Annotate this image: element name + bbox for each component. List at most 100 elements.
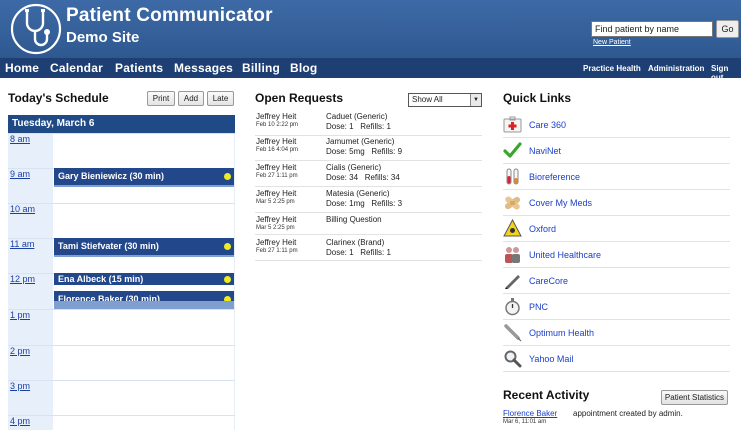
hour-line [8,415,235,416]
appointment-label: Ena Albeck (15 min) [58,274,144,284]
hour-label-11am[interactable]: 11 am [10,239,34,249]
nav-patients[interactable]: Patients [115,61,163,75]
quick-link-label: Care 360 [529,120,567,130]
request-detail: Dose: 1 Refills: 1 [326,122,391,131]
quick-link-label: CareCore [529,276,569,286]
request-item: Caduet (Generic) [326,112,388,121]
request-patient: Jeffrey Heit [256,238,297,247]
request-detail: Dose: 34 Refills: 34 [326,173,400,182]
quick-link-yahoo-mail[interactable]: Yahoo Mail [503,346,730,372]
appointment-tail [54,185,234,187]
hour-label-8am[interactable]: 8 am [10,134,30,144]
new-patient-link[interactable]: New Patient [593,39,631,46]
patient-statistics-button[interactable]: Patient Statistics [661,390,728,405]
appointment-tail [54,301,234,309]
nav-practice-health[interactable]: Practice Health [583,64,641,73]
request-row[interactable]: Jeffrey Heit Mar 5 2:25 pm Billing Quest… [255,215,482,235]
quick-link-label: PNC [529,302,549,312]
nav-messages[interactable]: Messages [174,61,233,75]
first-aid-kit-icon [503,116,522,133]
request-patient: Jeffrey Heit [256,112,297,121]
hour-label-10am[interactable]: 10 am [10,204,35,214]
main-nav: Home Calendar Patients Messages Billing … [0,58,741,82]
request-patient: Jeffrey Heit [256,189,297,198]
pen-icon [505,275,520,289]
people-icon [505,247,520,263]
syringe-icon [504,324,522,342]
request-item: Clarinex (Brand) [326,238,385,247]
request-date: Mar 5 2:25 pm [256,225,295,231]
request-patient: Jeffrey Heit [256,163,297,172]
day-header: Tuesday, March 6 [8,115,235,133]
nav-billing[interactable]: Billing [242,61,280,75]
quick-link-oxford[interactable]: Oxford [503,216,730,242]
late-button[interactable]: Late [207,91,234,106]
test-tubes-icon [506,168,519,185]
quick-links-title: Quick Links [503,91,572,105]
appointment-block[interactable]: Ena Albeck (15 min) [54,273,234,285]
request-detail: Dose: 5mg Refills: 9 [326,147,403,156]
print-button[interactable]: Print [147,91,175,106]
appointment-label: Gary Bieniewicz (30 min) [58,171,165,181]
recent-description: appointment created by admin. [573,409,683,418]
recent-date: Mar 6, 11:01 am [503,419,547,425]
nav-home[interactable]: Home [5,61,39,75]
stopwatch-icon [505,298,520,316]
quick-link-label: NaviNet [529,146,562,156]
nav-administration[interactable]: Administration [648,64,704,73]
quick-link-label: Optimum Health [529,328,595,338]
status-dot-icon [224,276,231,283]
hour-label-9am[interactable]: 9 am [10,169,30,179]
appointment-block[interactable]: Gary Bieniewicz (30 min) [54,168,234,185]
quick-link-label: Yahoo Mail [529,354,574,364]
add-button[interactable]: Add [178,91,204,106]
nav-sign-out[interactable]: Sign out [711,64,741,82]
hour-line [8,309,235,310]
quick-link-label: Bioreference [529,172,581,182]
chevron-down-icon: ▼ [470,94,481,106]
status-dot-icon [224,173,231,180]
quick-link-pnc[interactable]: PNC [503,294,730,320]
request-row[interactable]: Jeffrey Heit Feb 10 2:22 pm Caduet (Gene… [255,112,482,136]
hour-label-12pm[interactable]: 12 pm [10,274,35,284]
nav-blog[interactable]: Blog [290,61,317,75]
request-date: Mar 5 2:25 pm [256,199,295,205]
app-header: Patient Communicator Demo Site Go New Pa… [0,0,741,58]
hour-label-2pm[interactable]: 2 pm [10,346,30,356]
checkmark-icon [503,142,522,158]
request-row[interactable]: Jeffrey Heit Feb 27 1:11 pm Cialis (Gene… [255,163,482,187]
quick-link-carecore[interactable]: CareCore [503,268,730,294]
request-date: Feb 27 1:11 pm [256,248,298,254]
request-item: Jamumet (Generic) [326,137,395,146]
hour-line [8,133,235,134]
go-button[interactable]: Go [716,20,739,38]
quick-link-care360[interactable]: Care 360 [503,112,730,138]
app-subtitle: Demo Site [66,29,140,46]
request-row[interactable]: Jeffrey Heit Feb 16 4:04 pm Jamumet (Gen… [255,137,482,161]
request-date: Feb 16 4:04 pm [256,147,299,153]
stethoscope-logo-icon [10,3,62,55]
quick-link-label: United Healthcare [529,250,602,260]
hour-label-4pm[interactable]: 4 pm [10,416,30,426]
appointment-block[interactable]: Tami Stiefvater (30 min) [54,238,234,255]
request-filter-select[interactable]: Show All ▼ [408,93,482,107]
appointment-tail [54,255,234,257]
request-detail: Dose: 1 Refills: 1 [326,248,391,257]
request-row[interactable]: Jeffrey Heit Mar 5 2:25 pm Matesia (Gene… [255,189,482,213]
bandage-icon [504,196,521,210]
nav-calendar[interactable]: Calendar [50,61,103,75]
hour-label-1pm[interactable]: 1 pm [10,310,30,320]
request-row[interactable]: Jeffrey Heit Feb 27 1:11 pm Clarinex (Br… [255,238,482,261]
patient-search-input[interactable] [591,21,713,37]
quick-link-optimum-health[interactable]: Optimum Health [503,320,730,346]
app-title: Patient Communicator [66,5,273,26]
quick-link-united-healthcare[interactable]: United Healthcare [503,242,730,268]
quick-link-cover-my-meds[interactable]: Cover My Meds [503,190,730,216]
quick-link-bioreference[interactable]: Bioreference [503,164,730,190]
request-item: Matesia (Generic) [326,189,390,198]
request-patient: Jeffrey Heit [256,137,297,146]
recent-patient-link[interactable]: Florence Baker [503,409,557,418]
recent-activity-title: Recent Activity [503,388,590,402]
hour-label-3pm[interactable]: 3 pm [10,381,30,391]
quick-link-navinet[interactable]: NaviNet [503,138,730,164]
